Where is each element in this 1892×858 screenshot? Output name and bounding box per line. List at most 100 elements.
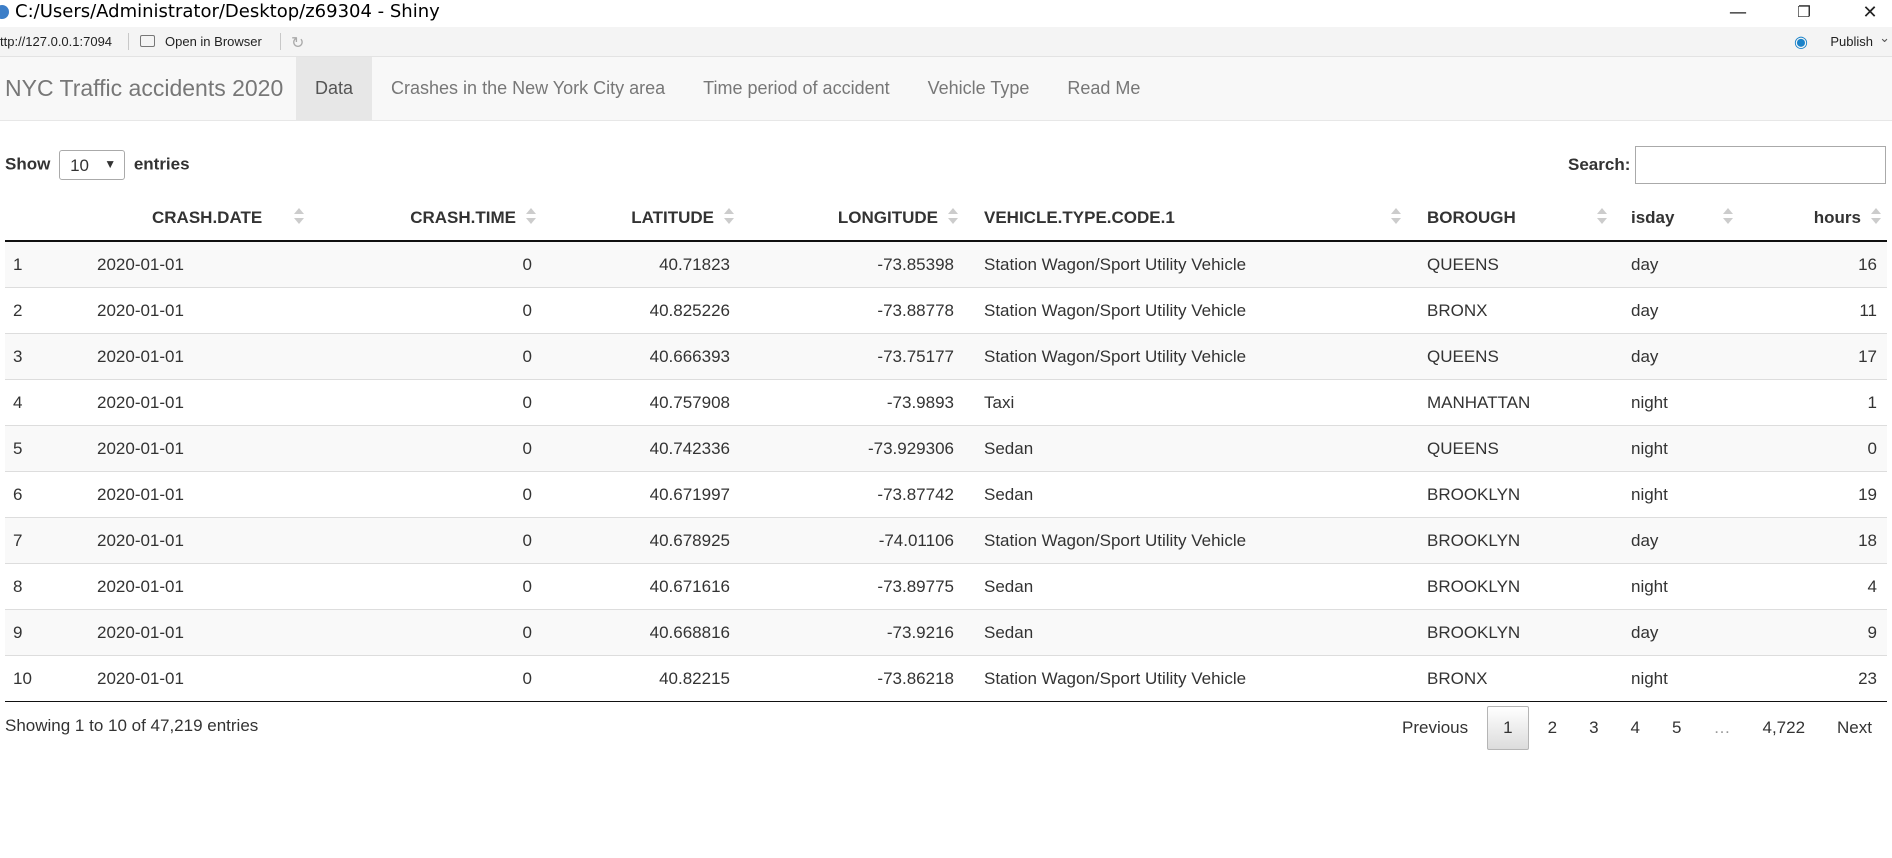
table-cell: -73.85398: [877, 254, 954, 274]
table-cell: Sedan: [964, 563, 1407, 610]
table-cell: 3: [5, 333, 77, 380]
table-cell: 0: [310, 379, 542, 426]
page-button-5[interactable]: 5: [1656, 707, 1697, 749]
page-button-3[interactable]: 3: [1573, 707, 1614, 749]
table-cell: 9: [5, 609, 77, 656]
window-title-bar: C:/Users/Administrator/Desktop/z69304 - …: [0, 0, 1892, 27]
column-header-vehicle-type[interactable]: VEHICLE.TYPE.CODE.1: [964, 195, 1407, 242]
table-row[interactable]: 3 2020-01-01 0 40.666393 -73.75177 Station Wa…: [5, 333, 1887, 380]
table-row[interactable]: 4 2020-01-01 0 40.757908 -73.9893 Taxi MANHATT…: [5, 379, 1887, 426]
table-cell: 2020-01-01: [77, 287, 310, 334]
table-body: 1 2020-01-01 0 40.71823 -73.85398 Station Wag…: [5, 241, 1887, 702]
table-cell: day: [1613, 333, 1739, 380]
page-ellipsis: …: [1713, 718, 1731, 737]
table-cell: 0: [310, 517, 542, 564]
table-header-row: CRASH.DATE CRASH.TIME LATITUDE LONGITUDE…: [5, 195, 1887, 242]
table-cell: night: [1613, 655, 1739, 702]
table-cell: 2020-01-01: [77, 379, 310, 426]
page-button-4[interactable]: 4: [1615, 707, 1656, 749]
search-label: Search:: [1568, 155, 1631, 174]
tab-vehicle-type[interactable]: Vehicle Type: [909, 57, 1049, 120]
table-row[interactable]: 7 2020-01-01 0 40.678925 -74.01106 Station Wa…: [5, 517, 1887, 564]
table-cell: 2020-01-01: [77, 517, 310, 564]
table-cell: 40.71823: [659, 254, 730, 274]
table-cell: 2020-01-01: [77, 655, 310, 702]
table-cell: -74.01106: [740, 517, 964, 564]
table-cell: 5: [5, 425, 77, 472]
table-row[interactable]: 5 2020-01-01 0 40.742336 -73.929306 Sedan QUEE…: [5, 425, 1887, 472]
column-header-longitude[interactable]: LONGITUDE: [740, 195, 964, 242]
chevron-down-icon[interactable]: ⌄: [1879, 30, 1890, 46]
next-page-button[interactable]: Next: [1821, 707, 1888, 749]
previous-page-button[interactable]: Previous: [1386, 707, 1484, 749]
table-cell: BROOKLYN: [1407, 609, 1613, 656]
table-row[interactable]: 1 2020-01-01 0 40.71823 -73.85398 Station Wag…: [5, 241, 1887, 288]
table-cell: Station Wagon/Sport Utility Vehicle: [964, 333, 1407, 380]
table-cell: BROOKLYN: [1407, 517, 1613, 564]
column-header-crash-date[interactable]: CRASH.DATE: [77, 195, 310, 242]
table-cell: Station Wagon/Sport Utility Vehicle: [964, 287, 1407, 334]
publish-icon: ◉: [1794, 34, 1808, 51]
table-cell: 2020-01-01: [77, 563, 310, 610]
page-button-1[interactable]: 1: [1487, 706, 1529, 750]
table-cell: -73.75177: [740, 333, 964, 380]
entries-label: entries: [133, 154, 190, 174]
restore-button[interactable]: ❐: [1781, 0, 1827, 27]
table-cell: Station Wagon/Sport Utility Vehicle: [984, 254, 1247, 274]
tab-time-period[interactable]: Time period of accident: [684, 57, 908, 120]
table-cell: QUEENS: [1427, 254, 1499, 274]
column-header-isday[interactable]: isday: [1613, 195, 1739, 242]
table-cell: night: [1613, 471, 1739, 518]
refresh-icon[interactable]: ↻: [291, 33, 304, 53]
tab-read-me[interactable]: Read Me: [1048, 57, 1159, 120]
table-cell: -73.87742: [740, 471, 964, 518]
sort-icon: [1391, 208, 1401, 226]
table-cell: 23: [1739, 655, 1887, 702]
table-cell: 0: [310, 471, 542, 518]
table-row[interactable]: 10 2020-01-01 0 40.82215 -73.86218 Station Wa…: [5, 655, 1887, 702]
table-cell: night: [1613, 563, 1739, 610]
page-length-control: Show 10 ▼ entries: [5, 150, 190, 180]
table-cell: BROOKLYN: [1407, 563, 1613, 610]
page-length-select[interactable]: 10 ▼: [59, 150, 126, 180]
table-cell: day: [1613, 609, 1739, 656]
table-cell: 6: [5, 471, 77, 518]
table-cell: 8: [5, 563, 77, 610]
tab-data[interactable]: Data: [296, 57, 373, 120]
sort-icon: [294, 208, 304, 226]
table-cell: 18: [1739, 517, 1887, 564]
table-cell: -73.86218: [740, 655, 964, 702]
column-header-hours[interactable]: hours: [1739, 195, 1887, 242]
page-button-last[interactable]: 4,722: [1746, 707, 1821, 749]
publish-button[interactable]: Publish: [1830, 34, 1873, 49]
show-label: Show: [5, 154, 51, 174]
table-cell: BRONX: [1407, 287, 1613, 334]
sort-icon: [724, 208, 734, 226]
table-cell: 0: [310, 287, 542, 334]
table-cell: 40.671616: [542, 563, 740, 610]
table-cell: Sedan: [964, 425, 1407, 472]
table-row[interactable]: 8 2020-01-01 0 40.671616 -73.89775 Sedan BROOK…: [5, 563, 1887, 610]
page-button-2[interactable]: 2: [1532, 707, 1573, 749]
column-header-latitude[interactable]: LATITUDE: [542, 195, 740, 242]
table-cell: day: [1613, 517, 1739, 564]
table-cell: -73.9216: [740, 609, 964, 656]
table-cell: BROOKLYN: [1407, 471, 1613, 518]
close-button[interactable]: ✕: [1847, 0, 1892, 27]
column-header-index: [5, 195, 77, 242]
page-length-value: 10: [70, 156, 89, 175]
table-cell: 2020-01-01: [77, 609, 310, 656]
table-cell: 40.757908: [542, 379, 740, 426]
table-row[interactable]: 6 2020-01-01 0 40.671997 -73.87742 Sedan BROOK…: [5, 471, 1887, 518]
table-cell: -73.929306: [740, 425, 964, 472]
table-cell: QUEENS: [1407, 425, 1613, 472]
column-header-crash-time[interactable]: CRASH.TIME: [310, 195, 542, 242]
table-cell: night: [1613, 379, 1739, 426]
tab-crashes-nyc-area[interactable]: Crashes in the New York City area: [372, 57, 684, 120]
search-input[interactable]: [1635, 146, 1886, 184]
open-in-browser-button[interactable]: Open in Browser: [165, 34, 262, 49]
table-row[interactable]: 9 2020-01-01 0 40.668816 -73.9216 Sedan BROOKL…: [5, 609, 1887, 656]
minimize-button[interactable]: —: [1715, 0, 1761, 27]
table-row[interactable]: 2 2020-01-01 0 40.825226 -73.88778 Station Wa…: [5, 287, 1887, 334]
column-header-borough[interactable]: BOROUGH: [1407, 195, 1613, 242]
